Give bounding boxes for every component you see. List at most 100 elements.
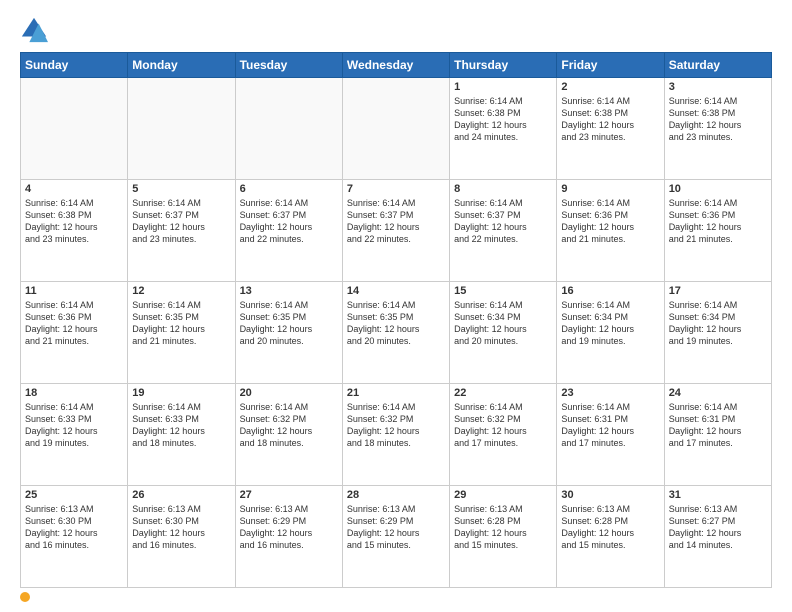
calendar-cell: 14 Sunrise: 6:14 AM Sunset: 6:35 PM Dayli…: [342, 282, 449, 384]
calendar-cell: 27 Sunrise: 6:13 AM Sunset: 6:29 PM Dayli…: [235, 486, 342, 588]
calendar-cell: 26Sunrise: 6:13 AM Sunset: 6:30 PM Dayli…: [128, 486, 235, 588]
day-number: 6: [240, 183, 338, 195]
day-number: 12: [132, 285, 230, 297]
day-number: 3: [669, 81, 767, 93]
day-info: Sunrise: 6:14 AM Sunset: 6:34 PM Dayligh…: [669, 299, 767, 348]
calendar-day-header: Monday: [128, 53, 235, 78]
calendar-cell: 21 Sunrise: 6:14 AM Sunset: 6:32 PM Dayli…: [342, 384, 449, 486]
daylight-legend: [20, 592, 34, 602]
calendar-day-header: Tuesday: [235, 53, 342, 78]
day-number: 2: [561, 81, 659, 93]
day-info: Sunrise: 6:14 AM Sunset: 6:34 PM Dayligh…: [561, 299, 659, 348]
day-number: 24: [669, 387, 767, 399]
day-info: Sunrise: 6:14 AM Sunset: 6:32 PM Dayligh…: [347, 401, 445, 450]
calendar-cell: 15 Sunrise: 6:14 AM Sunset: 6:34 PM Dayli…: [450, 282, 557, 384]
calendar-day-header: Saturday: [664, 53, 771, 78]
day-info: Sunrise: 6:14 AM Sunset: 6:31 PM Dayligh…: [669, 401, 767, 450]
day-number: 29: [454, 489, 552, 501]
logo-icon: [20, 16, 48, 44]
calendar-cell: 25 Sunrise: 6:13 AM Sunset: 6:30 PM Dayli…: [21, 486, 128, 588]
calendar-cell: 8 Sunrise: 6:14 AM Sunset: 6:37 PM Daylig…: [450, 180, 557, 282]
day-info: Sunrise: 6:14 AM Sunset: 6:32 PM Dayligh…: [240, 401, 338, 450]
day-info: Sunrise: 6:14 AM Sunset: 6:35 PM Dayligh…: [132, 299, 230, 348]
calendar-cell: 10Sunrise: 6:14 AM Sunset: 6:36 PM Dayli…: [664, 180, 771, 282]
day-number: 7: [347, 183, 445, 195]
calendar-week-row: 25 Sunrise: 6:13 AM Sunset: 6:30 PM Dayli…: [21, 486, 772, 588]
calendar-cell: 1 Sunrise: 6:14 AM Sunset: 6:38 PM Daylig…: [450, 78, 557, 180]
day-number: 13: [240, 285, 338, 297]
calendar-header-row: SundayMondayTuesdayWednesdayThursdayFrid…: [21, 53, 772, 78]
day-info: Sunrise: 6:14 AM Sunset: 6:38 PM Dayligh…: [454, 95, 552, 144]
day-number: 22: [454, 387, 552, 399]
calendar-week-row: 18 Sunrise: 6:14 AM Sunset: 6:33 PM Dayli…: [21, 384, 772, 486]
day-number: 11: [25, 285, 123, 297]
day-number: 28: [347, 489, 445, 501]
day-info: Sunrise: 6:14 AM Sunset: 6:37 PM Dayligh…: [347, 197, 445, 246]
calendar-week-row: 1 Sunrise: 6:14 AM Sunset: 6:38 PM Daylig…: [21, 78, 772, 180]
calendar-footer: [20, 592, 772, 602]
calendar-day-header: Sunday: [21, 53, 128, 78]
day-info: Sunrise: 6:13 AM Sunset: 6:29 PM Dayligh…: [240, 503, 338, 552]
day-info: Sunrise: 6:14 AM Sunset: 6:36 PM Dayligh…: [25, 299, 123, 348]
day-number: 14: [347, 285, 445, 297]
calendar-cell: 13Sunrise: 6:14 AM Sunset: 6:35 PM Dayli…: [235, 282, 342, 384]
calendar-cell: 18 Sunrise: 6:14 AM Sunset: 6:33 PM Dayli…: [21, 384, 128, 486]
calendar-cell: 30Sunrise: 6:13 AM Sunset: 6:28 PM Dayli…: [557, 486, 664, 588]
day-number: 5: [132, 183, 230, 195]
calendar-cell: 23Sunrise: 6:14 AM Sunset: 6:31 PM Dayli…: [557, 384, 664, 486]
calendar-table: SundayMondayTuesdayWednesdayThursdayFrid…: [20, 52, 772, 588]
day-info: Sunrise: 6:14 AM Sunset: 6:32 PM Dayligh…: [454, 401, 552, 450]
day-number: 20: [240, 387, 338, 399]
day-info: Sunrise: 6:14 AM Sunset: 6:33 PM Dayligh…: [132, 401, 230, 450]
calendar-cell: 3 Sunrise: 6:14 AM Sunset: 6:38 PM Daylig…: [664, 78, 771, 180]
day-info: Sunrise: 6:14 AM Sunset: 6:37 PM Dayligh…: [454, 197, 552, 246]
calendar-day-header: Thursday: [450, 53, 557, 78]
day-number: 8: [454, 183, 552, 195]
day-info: Sunrise: 6:14 AM Sunset: 6:38 PM Dayligh…: [25, 197, 123, 246]
calendar-cell: [21, 78, 128, 180]
day-info: Sunrise: 6:14 AM Sunset: 6:38 PM Dayligh…: [561, 95, 659, 144]
day-info: Sunrise: 6:14 AM Sunset: 6:31 PM Dayligh…: [561, 401, 659, 450]
calendar-cell: 11 Sunrise: 6:14 AM Sunset: 6:36 PM Dayli…: [21, 282, 128, 384]
calendar-cell: [128, 78, 235, 180]
day-number: 25: [25, 489, 123, 501]
daylight-icon: [20, 592, 30, 602]
calendar-cell: 9Sunrise: 6:14 AM Sunset: 6:36 PM Daylig…: [557, 180, 664, 282]
day-number: 1: [454, 81, 552, 93]
day-number: 4: [25, 183, 123, 195]
calendar-cell: 2 Sunrise: 6:14 AM Sunset: 6:38 PM Daylig…: [557, 78, 664, 180]
day-number: 16: [561, 285, 659, 297]
day-number: 31: [669, 489, 767, 501]
day-number: 9: [561, 183, 659, 195]
calendar-cell: 16 Sunrise: 6:14 AM Sunset: 6:34 PM Dayli…: [557, 282, 664, 384]
calendar-cell: 31 Sunrise: 6:13 AM Sunset: 6:27 PM Dayli…: [664, 486, 771, 588]
day-info: Sunrise: 6:13 AM Sunset: 6:27 PM Dayligh…: [669, 503, 767, 552]
day-info: Sunrise: 6:14 AM Sunset: 6:33 PM Dayligh…: [25, 401, 123, 450]
calendar-cell: 4 Sunrise: 6:14 AM Sunset: 6:38 PM Daylig…: [21, 180, 128, 282]
day-info: Sunrise: 6:14 AM Sunset: 6:37 PM Dayligh…: [132, 197, 230, 246]
day-number: 18: [25, 387, 123, 399]
day-number: 27: [240, 489, 338, 501]
day-number: 19: [132, 387, 230, 399]
day-info: Sunrise: 6:13 AM Sunset: 6:30 PM Dayligh…: [25, 503, 123, 552]
day-info: Sunrise: 6:14 AM Sunset: 6:34 PM Dayligh…: [454, 299, 552, 348]
page: SundayMondayTuesdayWednesdayThursdayFrid…: [0, 0, 792, 612]
day-info: Sunrise: 6:13 AM Sunset: 6:28 PM Dayligh…: [561, 503, 659, 552]
day-info: Sunrise: 6:14 AM Sunset: 6:38 PM Dayligh…: [669, 95, 767, 144]
day-info: Sunrise: 6:13 AM Sunset: 6:29 PM Dayligh…: [347, 503, 445, 552]
calendar-cell: 24 Sunrise: 6:14 AM Sunset: 6:31 PM Dayli…: [664, 384, 771, 486]
calendar-day-header: Wednesday: [342, 53, 449, 78]
calendar-cell: 29 Sunrise: 6:13 AM Sunset: 6:28 PM Dayli…: [450, 486, 557, 588]
day-info: Sunrise: 6:14 AM Sunset: 6:35 PM Dayligh…: [347, 299, 445, 348]
day-number: 15: [454, 285, 552, 297]
calendar-cell: 20 Sunrise: 6:14 AM Sunset: 6:32 PM Dayli…: [235, 384, 342, 486]
day-info: Sunrise: 6:13 AM Sunset: 6:28 PM Dayligh…: [454, 503, 552, 552]
calendar-cell: [235, 78, 342, 180]
calendar-cell: 5 Sunrise: 6:14 AM Sunset: 6:37 PM Daylig…: [128, 180, 235, 282]
calendar-cell: 19 Sunrise: 6:14 AM Sunset: 6:33 PM Dayli…: [128, 384, 235, 486]
day-info: Sunrise: 6:14 AM Sunset: 6:37 PM Dayligh…: [240, 197, 338, 246]
calendar-day-header: Friday: [557, 53, 664, 78]
calendar-cell: [342, 78, 449, 180]
day-number: 21: [347, 387, 445, 399]
day-info: Sunrise: 6:14 AM Sunset: 6:36 PM Dayligh…: [669, 197, 767, 246]
